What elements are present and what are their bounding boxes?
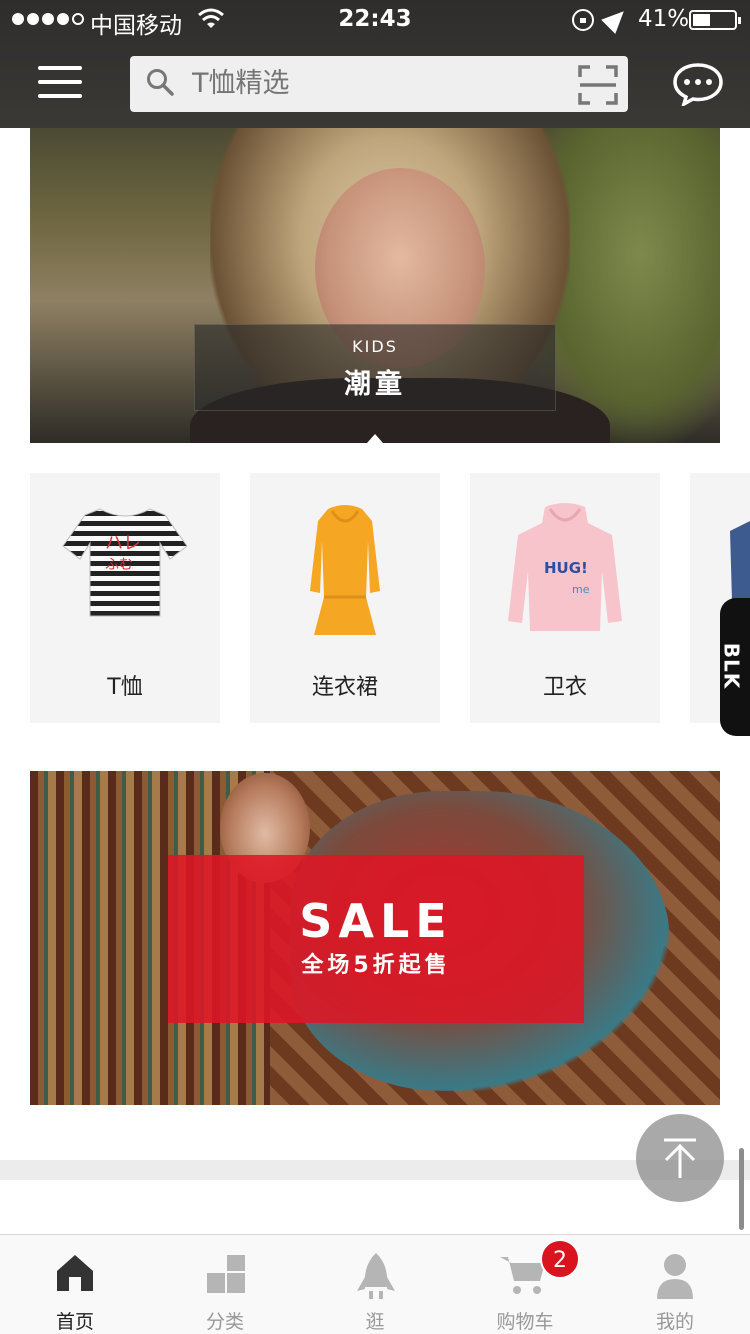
battery-icon — [689, 10, 741, 30]
category-icon — [207, 1255, 245, 1293]
tab-home[interactable]: 首页 — [0, 1235, 150, 1334]
search-icon — [147, 69, 174, 96]
sale-banner[interactable]: SALE 全场5折起售 — [30, 771, 720, 1105]
tab-label: 我的 — [655, 1311, 694, 1333]
category-label: 卫衣 — [542, 675, 587, 700]
kids-banner-chinese: 潮童 — [344, 369, 406, 400]
back-to-top-button[interactable] — [636, 1114, 724, 1202]
top-bar: 中国移动 22:43 41% — [0, 0, 750, 128]
sale-subtitle: 全场5折起售 — [301, 953, 451, 978]
tab-label: 逛 — [365, 1311, 385, 1333]
side-tab-label: BLK — [719, 642, 744, 690]
scan-icon[interactable] — [578, 65, 618, 105]
sale-banner-label: SALE 全场5折起售 — [168, 855, 584, 1023]
rotation-lock-icon — [572, 9, 594, 31]
chat-icon[interactable] — [672, 62, 724, 106]
menu-icon[interactable] — [38, 66, 82, 100]
sale-title: SALE — [299, 894, 453, 948]
arrow-up-icon — [664, 1138, 696, 1178]
status-bar: 中国移动 22:43 41% — [0, 0, 750, 40]
bottom-tab-bar: 首页 分类 逛 2 购物车 我的 — [0, 1234, 750, 1334]
kids-banner-english: KIDS — [352, 337, 398, 356]
svg-text:ふむ: ふむ — [105, 557, 133, 573]
app-page: 中国移动 22:43 41% T恤精选 KIDS 潮童 ハレ ふむ T恤 连衣裙… — [0, 0, 750, 1334]
tab-label: 首页 — [55, 1311, 94, 1333]
cart-badge: 2 — [540, 1239, 580, 1279]
tab-profile[interactable]: 我的 — [600, 1235, 750, 1334]
battery-percent: 41% — [638, 6, 690, 32]
caret-up-icon — [367, 434, 383, 443]
svg-text:ハレ: ハレ — [105, 533, 141, 554]
category-label: 连衣裙 — [311, 675, 378, 700]
tshirt-icon: ハレ ふむ — [62, 508, 188, 617]
kids-banner[interactable]: KIDS 潮童 — [30, 128, 720, 443]
tab-category[interactable]: 分类 — [150, 1235, 300, 1334]
scrollbar[interactable] — [739, 1148, 744, 1230]
category-card-dress[interactable]: 连衣裙 — [250, 473, 440, 723]
category-carousel[interactable]: ハレ ふむ T恤 连衣裙 HUG! me 卫衣 — [30, 473, 750, 723]
home-icon — [57, 1255, 93, 1291]
hoodie-icon: HUG! me — [508, 503, 622, 631]
tab-label: 分类 — [205, 1311, 244, 1333]
search-input[interactable] — [192, 68, 572, 99]
rocket-icon — [357, 1253, 395, 1299]
dress-icon — [310, 505, 380, 635]
category-card-hoodie[interactable]: HUG! me 卫衣 — [470, 473, 660, 723]
svg-text:HUG!: HUG! — [544, 559, 588, 577]
svg-text:me: me — [572, 583, 590, 596]
search-bar[interactable] — [130, 56, 628, 112]
tab-cart[interactable]: 2 购物车 — [450, 1235, 600, 1334]
tab-explore[interactable]: 逛 — [300, 1235, 450, 1334]
tab-label: 购物车 — [496, 1311, 554, 1333]
side-tab-blk[interactable]: BLK — [719, 598, 750, 736]
category-card-tshirt[interactable]: ハレ ふむ T恤 — [30, 473, 220, 723]
profile-icon — [657, 1254, 693, 1299]
kids-banner-label: KIDS 潮童 — [194, 324, 556, 411]
category-label: T恤 — [107, 675, 143, 700]
